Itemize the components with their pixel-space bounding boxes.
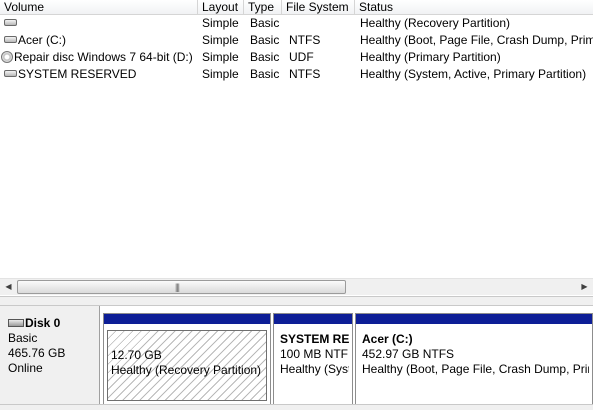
disk-info-panel[interactable]: Disk 0 Basic 465.76 GB Online — [0, 306, 100, 404]
disk-name: Disk 0 — [25, 316, 61, 330]
partition-status: Healthy (Recovery Partition) — [111, 363, 262, 377]
volume-layout: Simple — [202, 33, 239, 47]
volume-row[interactable]: Simple Basic Healthy (Recovery Partition… — [0, 15, 593, 32]
drive-icon — [4, 19, 17, 27]
volume-file-system — [289, 15, 353, 32]
disc-icon — [1, 50, 13, 63]
column-header-volume[interactable]: Volume — [0, 0, 198, 15]
partition-size: 452.97 GB NTFS — [362, 347, 455, 361]
column-header-status[interactable]: Status — [355, 0, 593, 15]
volume-layout: Simple — [202, 16, 239, 30]
scrollbar-thumb[interactable]: ||| — [17, 280, 346, 294]
volume-type: Basic — [250, 33, 280, 47]
scroll-left-arrow-icon[interactable]: ◀ — [0, 279, 17, 295]
disk-size: 465.76 GB — [8, 346, 66, 360]
disk-state: Online — [8, 361, 43, 375]
volume-status: Healthy (System, Active, Primary Partiti… — [360, 67, 587, 81]
partition-color-bar — [104, 314, 270, 326]
column-header-layout[interactable]: Layout — [198, 0, 244, 15]
volume-status: Healthy (Boot, Page File, Crash Dump, Pr… — [360, 33, 593, 47]
volume-status: Healthy (Primary Partition) — [360, 50, 501, 64]
partition-status: Healthy (Syst — [280, 362, 349, 376]
partition-system-reserved[interactable]: SYSTEM RES 100 MB NTF: Healthy (Syst — [273, 313, 353, 405]
drive-icon — [4, 70, 17, 78]
volume-file-system: NTFS — [289, 33, 321, 47]
partition-color-bar — [274, 314, 352, 326]
partition-size: 100 MB NTF: — [280, 347, 349, 361]
volume-file-system: NTFS — [289, 67, 321, 81]
scroll-right-arrow-icon[interactable]: ▶ — [576, 279, 593, 295]
partition-acer-c[interactable]: Acer (C:) 452.97 GB NTFS Healthy (Boot, … — [355, 313, 593, 405]
partition-size: 12.70 GB — [111, 348, 162, 362]
volume-name: Repair disc Windows 7 64-bit (D:) — [14, 50, 193, 64]
volume-type: Basic — [250, 50, 280, 64]
volume-file-system: UDF — [289, 50, 314, 64]
volume-row[interactable]: Repair disc Windows 7 64-bit (D:) Simple… — [0, 49, 593, 66]
partition-title — [111, 333, 266, 348]
column-header-file-system[interactable]: File System — [282, 0, 355, 15]
volume-layout: Simple — [202, 67, 239, 81]
grip-icon: ||| — [175, 282, 180, 292]
drive-icon — [4, 36, 17, 44]
volume-name: SYSTEM RESERVED — [18, 67, 137, 81]
volume-name: Acer (C:) — [18, 33, 66, 47]
partition-recovery[interactable]: 12.70 GB Healthy (Recovery Partition) — [103, 313, 271, 405]
volume-row[interactable]: Acer (C:) Simple Basic NTFS Healthy (Boo… — [0, 32, 593, 49]
partition-color-bar — [356, 314, 592, 326]
volume-status: Healthy (Recovery Partition) — [360, 16, 511, 30]
disk-map-bottom-edge — [0, 404, 593, 410]
pane-splitter[interactable] — [0, 296, 593, 306]
column-header-row: Volume Layout Type File System Status — [0, 0, 593, 15]
partition-title: SYSTEM RES — [280, 332, 349, 346]
disk-map: Disk 0 Basic 465.76 GB Online 12.70 GB H… — [0, 306, 593, 410]
partition-status: Healthy (Boot, Page File, Crash Dump, Pr… — [362, 362, 589, 376]
disk-icon — [8, 318, 24, 327]
volume-layout: Simple — [202, 50, 239, 64]
volume-type: Basic — [250, 67, 280, 81]
column-header-type[interactable]: Type — [244, 0, 282, 15]
volume-row[interactable]: SYSTEM RESERVED Simple Basic NTFS Health… — [0, 66, 593, 83]
partition-title: Acer (C:) — [362, 332, 413, 346]
disk-kind: Basic — [8, 331, 38, 345]
volume-type: Basic — [250, 16, 280, 30]
horizontal-scrollbar[interactable]: ◀ ||| ▶ — [0, 278, 593, 295]
volume-list[interactable]: Volume Layout Type File System Status Si… — [0, 0, 593, 296]
